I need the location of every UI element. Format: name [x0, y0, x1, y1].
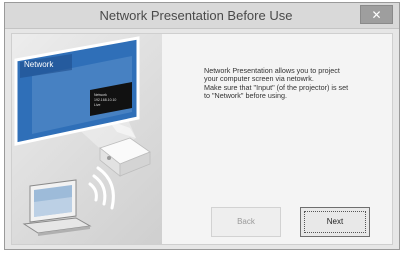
- screen-label: Network: [24, 60, 54, 69]
- wifi-signal-icon: [88, 166, 115, 210]
- dialog-content: Network Network 192.168.10.10 Live Netwo…: [11, 33, 393, 245]
- next-button[interactable]: Next: [300, 207, 370, 237]
- close-button[interactable]: ✕: [360, 5, 393, 24]
- next-button-label: Next: [326, 217, 344, 226]
- overlay-line-1: Network: [94, 93, 107, 97]
- close-icon: ✕: [371, 8, 382, 22]
- message-line-4: to "Network" before using.: [204, 91, 288, 101]
- dialog-window: Network Presentation Before Use ✕ Networ…: [4, 2, 400, 250]
- overlay-line-3: Live: [94, 103, 100, 107]
- window-title: Network Presentation Before Use: [99, 8, 293, 23]
- instruction-message: Network Presentation allows you to proje…: [204, 66, 390, 101]
- network-illustration: Network Network 192.168.10.10 Live: [12, 34, 162, 244]
- overlay-line-2: 192.168.10.10: [94, 98, 116, 102]
- back-button[interactable]: Back: [211, 207, 281, 237]
- title-bar[interactable]: Network Presentation Before Use ✕: [5, 3, 399, 29]
- laptop-icon: [22, 179, 92, 236]
- illustration-svg: Network Network 192.168.10.10 Live: [14, 36, 151, 236]
